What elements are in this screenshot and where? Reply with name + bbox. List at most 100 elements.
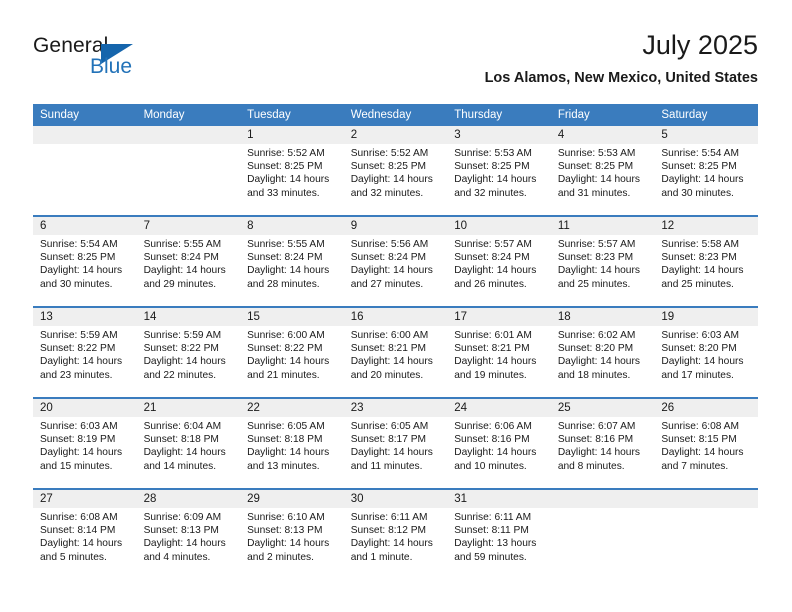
- sunrise-text: Sunrise: 6:00 AM: [247, 330, 325, 341]
- daylight-text-line2: and 11 minutes.: [350, 460, 423, 472]
- daylight-text-line1: Daylight: 14 hours: [557, 174, 640, 186]
- sunset-text: Sunset: 8:12 PM: [350, 525, 427, 537]
- day-details: Sunrise: 6:11 AM Sunset: 8:12 PM Dayligh…: [344, 508, 448, 564]
- day-details: Sunrise: 6:02 AM Sunset: 8:20 PM Dayligh…: [551, 326, 655, 382]
- day-cell[interactable]: 12 Sunrise: 5:58 AM Sunset: 8:23 PM Dayl…: [654, 215, 758, 307]
- title-block: July 2025 Los Alamos, New Mexico, United…: [485, 28, 758, 87]
- day-cell[interactable]: [654, 488, 758, 579]
- day-details: Sunrise: 5:56 AM Sunset: 8:24 PM Dayligh…: [344, 235, 448, 291]
- day-cell[interactable]: 27 Sunrise: 6:08 AM Sunset: 8:14 PM Dayl…: [33, 488, 137, 579]
- daylight-text-line1: Daylight: 14 hours: [247, 538, 330, 550]
- day-cell[interactable]: 4 Sunrise: 5:53 AM Sunset: 8:25 PM Dayli…: [550, 126, 655, 216]
- daylight-text-line2: and 25 minutes.: [557, 278, 631, 290]
- day-cell[interactable]: 17 Sunrise: 6:01 AM Sunset: 8:21 PM Dayl…: [447, 306, 551, 398]
- day-number: 17: [447, 308, 551, 326]
- sunset-text: Sunset: 8:20 PM: [661, 343, 737, 355]
- sunrise-text: Sunrise: 5:53 AM: [557, 148, 636, 159]
- day-cell[interactable]: [33, 126, 137, 216]
- daylight-text-line1: Daylight: 14 hours: [247, 265, 330, 277]
- day-cell[interactable]: 8 Sunrise: 5:55 AM Sunset: 8:24 PM Dayli…: [240, 215, 344, 307]
- day-cell[interactable]: 30 Sunrise: 6:11 AM Sunset: 8:12 PM Dayl…: [343, 488, 448, 579]
- sunrise-text: Sunrise: 6:05 AM: [247, 421, 325, 432]
- day-cell[interactable]: 3 Sunrise: 5:53 AM Sunset: 8:25 PM Dayli…: [447, 126, 551, 216]
- day-cell[interactable]: 24 Sunrise: 6:06 AM Sunset: 8:16 PM Dayl…: [447, 397, 551, 489]
- daylight-text-line1: Daylight: 13 hours: [454, 538, 537, 550]
- day-cell[interactable]: 14 Sunrise: 5:59 AM Sunset: 8:22 PM Dayl…: [136, 306, 241, 398]
- day-cell[interactable]: 6 Sunrise: 5:54 AM Sunset: 8:25 PM Dayli…: [33, 215, 137, 307]
- day-cell[interactable]: 13 Sunrise: 5:59 AM Sunset: 8:22 PM Dayl…: [33, 306, 137, 398]
- day-cell[interactable]: 22 Sunrise: 6:05 AM Sunset: 8:18 PM Dayl…: [240, 397, 344, 489]
- day-details: Sunrise: 6:01 AM Sunset: 8:21 PM Dayligh…: [447, 326, 551, 382]
- day-cell[interactable]: 28 Sunrise: 6:09 AM Sunset: 8:13 PM Dayl…: [136, 488, 241, 579]
- day-cell[interactable]: 2 Sunrise: 5:52 AM Sunset: 8:25 PM Dayli…: [343, 126, 448, 216]
- day-cell[interactable]: 21 Sunrise: 6:04 AM Sunset: 8:18 PM Dayl…: [136, 397, 241, 489]
- sunset-text: Sunset: 8:23 PM: [661, 252, 737, 264]
- sunset-text: Sunset: 8:20 PM: [557, 343, 634, 355]
- sunrise-text: Sunrise: 6:10 AM: [247, 512, 325, 523]
- sunset-text: Sunset: 8:24 PM: [247, 252, 323, 264]
- day-number: 22: [240, 399, 344, 417]
- generalblue-logo[interactable]: General Blue: [33, 34, 173, 90]
- day-number: 28: [136, 490, 241, 508]
- daylight-text-line2: and 17 minutes.: [661, 369, 734, 381]
- page-header: General Blue July 2025 Los Alamos, New M…: [33, 28, 758, 96]
- daylight-text-line1: Daylight: 14 hours: [661, 447, 744, 459]
- sunset-text: Sunset: 8:16 PM: [557, 434, 634, 446]
- day-cell[interactable]: 23 Sunrise: 6:05 AM Sunset: 8:17 PM Dayl…: [343, 397, 448, 489]
- daylight-text-line2: and 4 minutes.: [143, 551, 211, 563]
- day-cell[interactable]: 9 Sunrise: 5:56 AM Sunset: 8:24 PM Dayli…: [343, 215, 448, 307]
- sunrise-text: Sunrise: 5:56 AM: [350, 239, 429, 250]
- daylight-text-line2: and 28 minutes.: [247, 278, 320, 290]
- weekday-header-friday: Friday: [550, 104, 655, 126]
- day-cell[interactable]: 25 Sunrise: 6:07 AM Sunset: 8:16 PM Dayl…: [550, 397, 655, 489]
- daylight-text-line1: Daylight: 14 hours: [143, 538, 226, 550]
- sunset-text: Sunset: 8:13 PM: [143, 525, 219, 537]
- day-cell[interactable]: 29 Sunrise: 6:10 AM Sunset: 8:13 PM Dayl…: [240, 488, 344, 579]
- day-cell[interactable]: [136, 126, 241, 216]
- day-cell[interactable]: 10 Sunrise: 5:57 AM Sunset: 8:24 PM Dayl…: [447, 215, 551, 307]
- day-cell[interactable]: 15 Sunrise: 6:00 AM Sunset: 8:22 PM Dayl…: [240, 306, 344, 398]
- calendar-week-row: 6 Sunrise: 5:54 AM Sunset: 8:25 PM Dayli…: [33, 215, 758, 307]
- day-cell[interactable]: 18 Sunrise: 6:02 AM Sunset: 8:20 PM Dayl…: [550, 306, 655, 398]
- sunrise-text: Sunrise: 6:00 AM: [350, 330, 429, 341]
- day-details: Sunrise: 6:05 AM Sunset: 8:17 PM Dayligh…: [344, 417, 448, 473]
- daylight-text-line1: Daylight: 14 hours: [454, 174, 537, 186]
- daylight-text-line2: and 22 minutes.: [143, 369, 217, 381]
- day-cell[interactable]: 16 Sunrise: 6:00 AM Sunset: 8:21 PM Dayl…: [343, 306, 448, 398]
- day-details: Sunrise: 5:57 AM Sunset: 8:23 PM Dayligh…: [551, 235, 655, 291]
- day-cell[interactable]: [550, 488, 655, 579]
- day-details: Sunrise: 6:08 AM Sunset: 8:14 PM Dayligh…: [33, 508, 137, 564]
- daylight-text-line1: Daylight: 14 hours: [454, 447, 537, 459]
- sunset-text: Sunset: 8:21 PM: [350, 343, 427, 355]
- day-details: Sunrise: 5:53 AM Sunset: 8:25 PM Dayligh…: [551, 144, 655, 200]
- day-number: 27: [33, 490, 137, 508]
- day-cell[interactable]: 11 Sunrise: 5:57 AM Sunset: 8:23 PM Dayl…: [550, 215, 655, 307]
- sunrise-text: Sunrise: 6:06 AM: [454, 421, 532, 432]
- day-cell[interactable]: 1 Sunrise: 5:52 AM Sunset: 8:25 PM Dayli…: [240, 126, 344, 216]
- day-details: Sunrise: 6:10 AM Sunset: 8:13 PM Dayligh…: [240, 508, 344, 564]
- sunrise-text: Sunrise: 6:11 AM: [350, 512, 428, 523]
- weekday-header-saturday: Saturday: [654, 104, 758, 126]
- day-cell[interactable]: 26 Sunrise: 6:08 AM Sunset: 8:15 PM Dayl…: [654, 397, 758, 489]
- day-cell[interactable]: 19 Sunrise: 6:03 AM Sunset: 8:20 PM Dayl…: [654, 306, 758, 398]
- day-number: 15: [240, 308, 344, 326]
- sunrise-text: Sunrise: 5:52 AM: [247, 148, 325, 159]
- day-number: 4: [550, 126, 655, 144]
- sunset-text: Sunset: 8:22 PM: [247, 343, 323, 355]
- day-cell[interactable]: 31 Sunrise: 6:11 AM Sunset: 8:11 PM Dayl…: [447, 488, 551, 579]
- daylight-text-line2: and 30 minutes.: [40, 278, 113, 290]
- sunset-text: Sunset: 8:25 PM: [557, 161, 634, 173]
- daylight-text-line1: Daylight: 14 hours: [661, 265, 744, 277]
- calendar-page: General Blue July 2025 Los Alamos, New M…: [0, 0, 792, 612]
- calendar-week-row: 1 Sunrise: 5:52 AM Sunset: 8:25 PM Dayli…: [33, 126, 758, 216]
- sunrise-text: Sunrise: 5:55 AM: [143, 239, 222, 250]
- day-details: Sunrise: 5:58 AM Sunset: 8:23 PM Dayligh…: [654, 235, 758, 291]
- calendar-week-row: 13 Sunrise: 5:59 AM Sunset: 8:22 PM Dayl…: [33, 306, 758, 398]
- day-details: Sunrise: 6:03 AM Sunset: 8:19 PM Dayligh…: [33, 417, 137, 473]
- daylight-text-line1: Daylight: 14 hours: [247, 174, 330, 186]
- day-cell[interactable]: 7 Sunrise: 5:55 AM Sunset: 8:24 PM Dayli…: [136, 215, 241, 307]
- day-cell[interactable]: 5 Sunrise: 5:54 AM Sunset: 8:25 PM Dayli…: [654, 126, 758, 216]
- day-cell[interactable]: 20 Sunrise: 6:03 AM Sunset: 8:19 PM Dayl…: [33, 397, 137, 489]
- day-number: 14: [136, 308, 241, 326]
- sunset-text: Sunset: 8:11 PM: [454, 525, 529, 537]
